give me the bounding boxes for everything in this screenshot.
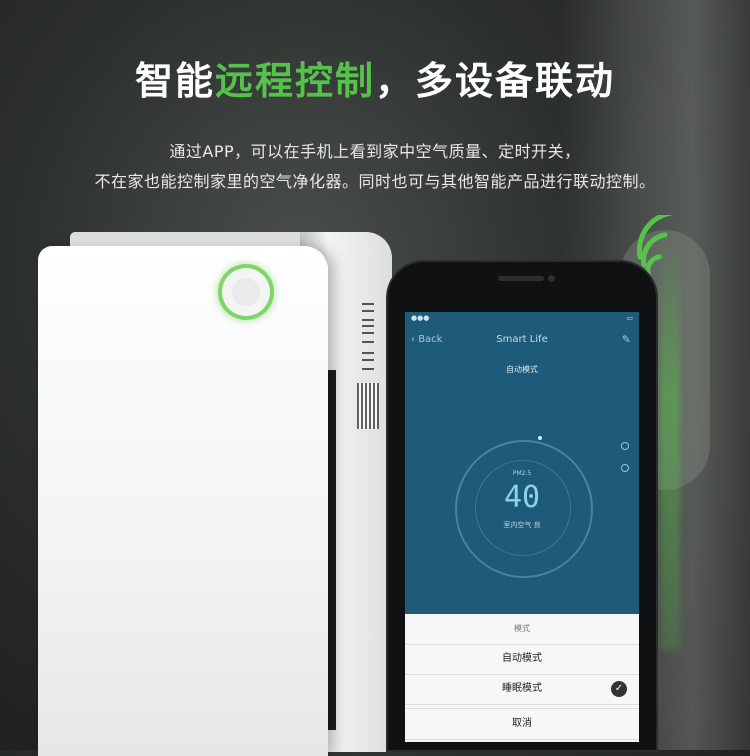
mode-option-sleep[interactable]: 睡眠模式 ✓ <box>405 674 639 705</box>
mode-option-label: 自动模式 <box>502 653 542 664</box>
pm-value: 40 <box>503 480 541 515</box>
battery-icon: ▭ <box>626 314 633 322</box>
status-bar: ●●● ▭ <box>405 312 639 324</box>
vent-icon <box>362 352 374 370</box>
headline: 智能远程控制，多设备联动 <box>0 50 750 105</box>
vent-icon <box>362 303 374 321</box>
edit-icon[interactable]: ✎ <box>622 333 631 346</box>
headline-accent: 远程控制 <box>214 59 375 103</box>
phone-speaker <box>498 276 544 281</box>
headline-part1: 智能 <box>134 59 215 103</box>
dial-indicator <box>538 436 542 440</box>
signal-icon: ●●● <box>411 314 430 322</box>
app-title: Smart Life <box>496 334 548 345</box>
green-light-strip <box>660 230 680 650</box>
smartphone: ●●● ▭ ‹ Back Smart Life ✎ 自动模式 PM2.5 40 … <box>388 262 656 750</box>
air-purifier-front-panel <box>38 246 328 756</box>
app-nav-bar: ‹ Back Smart Life ✎ <box>405 330 639 352</box>
power-ring-icon[interactable] <box>222 268 270 316</box>
timer-icon[interactable] <box>621 442 629 450</box>
vent-icon <box>362 325 374 343</box>
phone-camera-icon <box>548 275 555 282</box>
mode-option-auto[interactable]: 自动模式 <box>405 644 639 675</box>
subtitle-line2: 不在家也能控制家里的空气净化器。同时也可与其他智能产品进行联动控制。 <box>94 172 656 191</box>
headline-part2: ，多设备联动 <box>375 59 616 103</box>
qr-code-label <box>357 383 379 429</box>
mode-option-label: 睡眠模式 <box>502 683 542 694</box>
mode-action-sheet: 模式 自动模式 睡眠模式 ✓ 取消 <box>405 614 639 742</box>
cancel-button[interactable]: 取消 <box>405 708 639 740</box>
check-circle-icon: ✓ <box>611 681 627 697</box>
sheet-header: 模式 <box>405 614 639 645</box>
current-mode-title: 自动模式 <box>506 365 538 374</box>
app-screen: ●●● ▭ ‹ Back Smart Life ✎ 自动模式 PM2.5 40 … <box>405 312 639 742</box>
pm-label: PM2.5 <box>512 470 532 477</box>
air-quality-label: 室内空气 良 <box>503 521 541 529</box>
subtitle-line1: 通过APP，可以在手机上看到家中空气质量、定时开关， <box>169 142 581 161</box>
